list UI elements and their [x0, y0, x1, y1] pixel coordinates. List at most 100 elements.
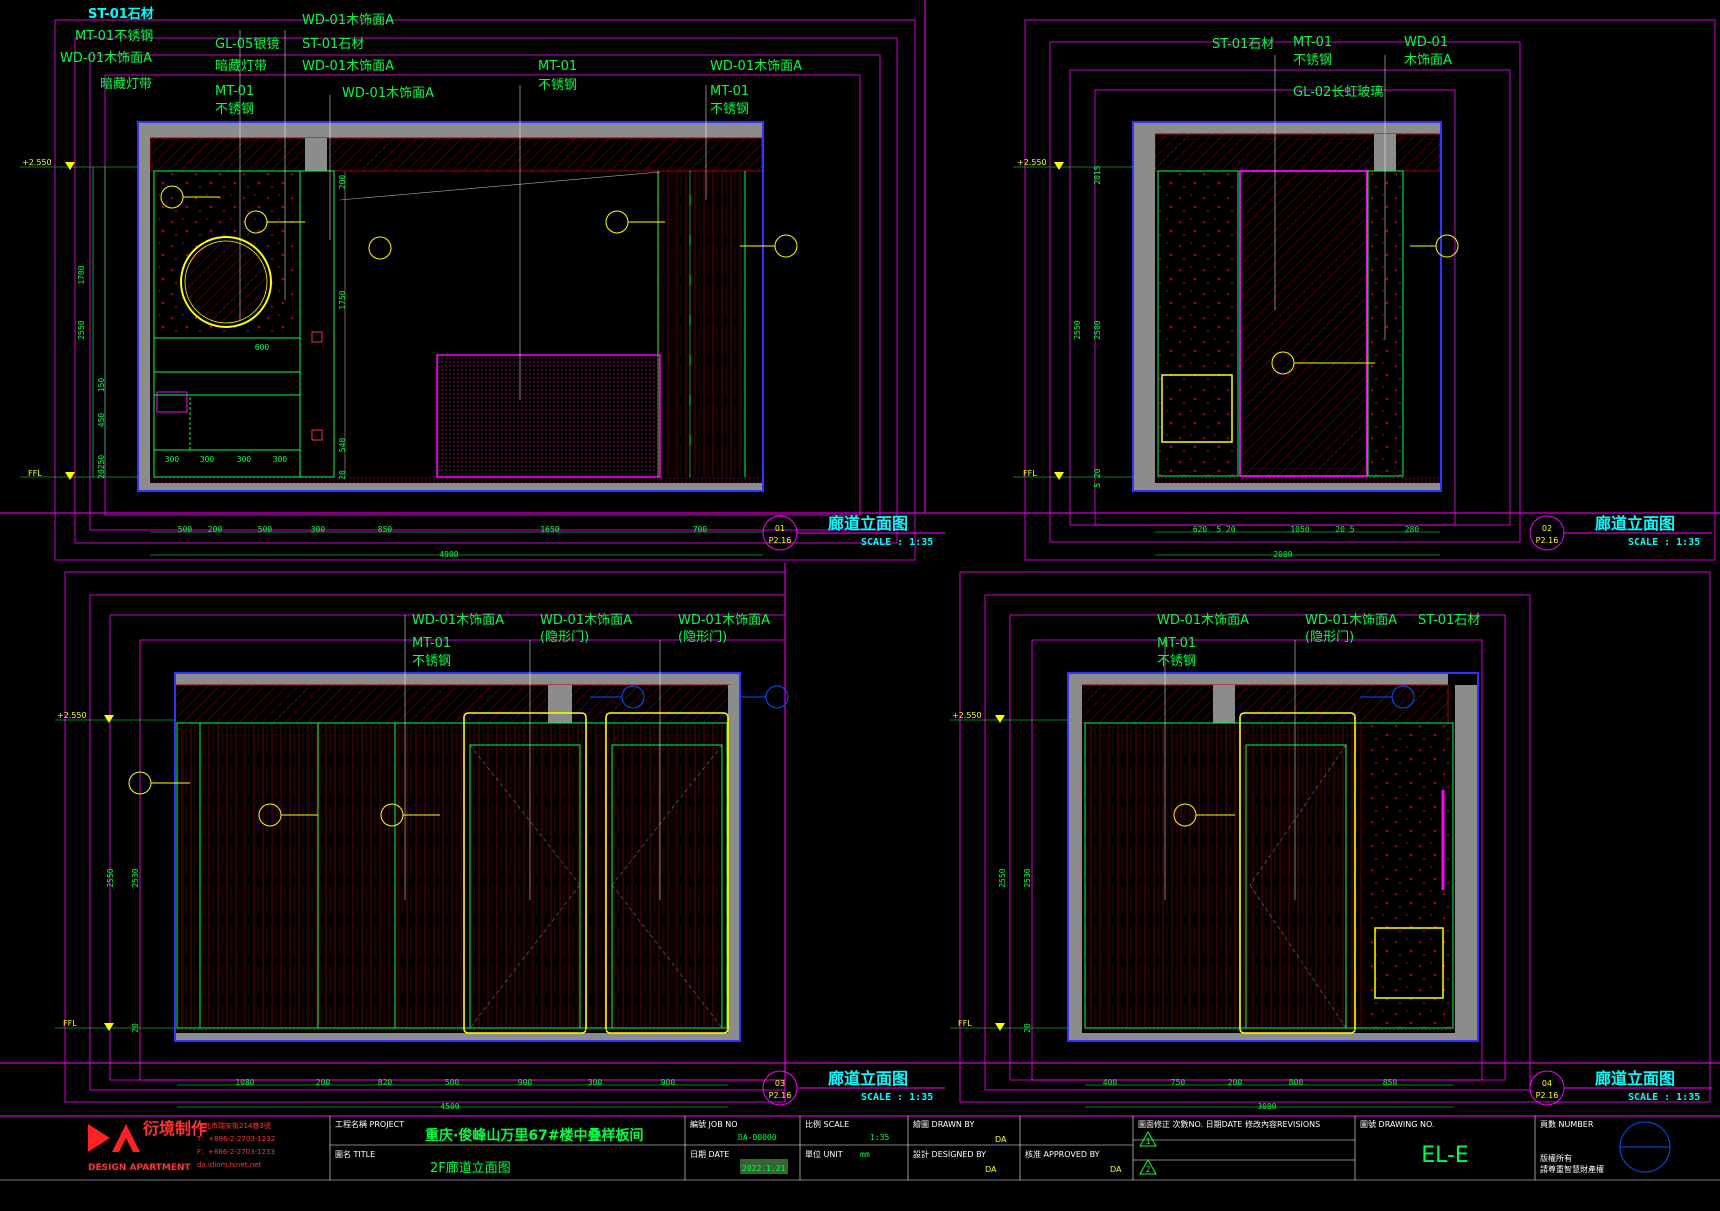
- drawn-by-label: 繪圖 DRAWN BY: [913, 1119, 974, 1129]
- dimension-text: 500: [258, 525, 273, 534]
- cabinet-dimension-text: 300: [273, 455, 288, 464]
- dimension-text: 850: [1383, 1078, 1398, 1087]
- unit-value: mm: [860, 1150, 870, 1159]
- material-label: 不锈钢: [538, 78, 577, 93]
- page-number-label: 頁數 NUMBER: [1540, 1119, 1594, 1129]
- brand-name-en: DESIGN APARTMENT: [88, 1163, 192, 1173]
- material-label: ST-01石材: [1418, 613, 1480, 628]
- total-dimension-text: 4900: [439, 550, 458, 559]
- cabinet-dimension-text: 300: [200, 455, 215, 464]
- date-label: 日期 DATE: [690, 1150, 729, 1159]
- copyright-line: 版權所有: [1540, 1153, 1572, 1163]
- vertical-dimension-text: 1700: [77, 265, 86, 284]
- scale-value: 1:35: [870, 1133, 889, 1142]
- material-label: (隐形门): [540, 630, 589, 645]
- elevation-number: 03: [775, 1079, 785, 1088]
- dimension-text: 750: [1171, 1078, 1186, 1087]
- dimension-text: 300: [311, 525, 326, 534]
- material-label: MT-01: [1157, 636, 1196, 651]
- approved-by-value: DA: [1110, 1165, 1122, 1174]
- revision-mark: 1: [1146, 1137, 1151, 1146]
- material-label: (隐形门): [678, 630, 727, 645]
- elevation-title: 廊道立面图: [1595, 514, 1675, 533]
- sheet-reference: P2.16: [769, 1091, 792, 1100]
- elevation-title: 廊道立面图: [828, 514, 908, 533]
- drawing-sheet: ST-01石材 MT-01不锈钢 WD-01木饰面A 暗藏灯带 GL-05银镜 暗藏灯带 M…: [0, 0, 1720, 1211]
- vertical-dimension-text: 2550: [998, 868, 1007, 887]
- dimension-text: 500: [178, 525, 193, 534]
- dimension-text: 1080: [235, 1078, 254, 1087]
- vertical-dimension-text: 2550: [106, 868, 115, 887]
- dimension-text: 300: [588, 1078, 603, 1087]
- dimension-text: 200: [1228, 1078, 1243, 1087]
- material-label: ST-01石材: [1212, 37, 1274, 52]
- level-top-label: +2.550: [22, 158, 52, 167]
- level-floor-label: FFL: [63, 1019, 77, 1028]
- elevation-panel-01: [20, 19, 945, 561]
- material-label: ST-01石材: [88, 6, 154, 22]
- company-info-line: 台北市瑞安街214巷3號: [197, 1121, 271, 1130]
- cad-drawing: ST-01石材MT-01不锈钢WD-01木饰面A暗藏灯带GL-05银镜暗藏灯带M…: [0, 0, 1720, 1181]
- material-label: 不锈钢: [1157, 654, 1196, 669]
- copyright-line: 請尊重智慧財產權: [1540, 1164, 1604, 1174]
- designed-by-label: 設計 DESIGNED BY: [913, 1149, 986, 1159]
- total-dimension-text: 4500: [440, 1102, 459, 1111]
- material-label: WD-01木饰面A: [540, 613, 632, 628]
- vertical-dimension-text: 2015: [1093, 165, 1102, 184]
- material-label: 暗藏灯带: [100, 77, 152, 92]
- vertical-dimension-text: 2550: [77, 320, 86, 339]
- da-logo-mark: [88, 1124, 140, 1152]
- sheet-reference: P2.16: [769, 536, 792, 545]
- vertical-dimension-text: 20: [97, 469, 106, 479]
- level-floor-label: FFL: [28, 469, 42, 478]
- company-info-line: F：+886-2-2703-1233: [197, 1148, 275, 1156]
- dimension-text: 800: [1289, 1078, 1304, 1087]
- elevation-number: 02: [1542, 524, 1552, 533]
- dimension-text: 500: [445, 1078, 460, 1087]
- elevation-scale: SCALE : 1:35: [1628, 537, 1700, 548]
- project-name: 重庆·俊峰山万里67#楼中叠样板间: [425, 1127, 644, 1144]
- dimension-text: 200: [208, 525, 223, 534]
- material-label: 不锈钢: [1293, 53, 1332, 68]
- dimension-text: 1650: [540, 525, 559, 534]
- material-label: MT-01: [710, 84, 749, 99]
- designed-by-value: DA: [985, 1165, 997, 1174]
- job-no-label: 編號 JOB NO: [690, 1119, 738, 1129]
- project-label: 工程名稱 PROJECT: [335, 1119, 404, 1129]
- revision-label: 圖面修正 次數NO. 日期DATE 修改內容REVISIONS: [1138, 1119, 1320, 1129]
- vertical-dimension-text: 5 20: [1093, 468, 1102, 487]
- drawing-no-value: EL-E: [1421, 1143, 1469, 1168]
- material-label: WD-01木饰面A: [1305, 613, 1397, 628]
- material-label: WD-01木饰面A: [302, 13, 394, 28]
- total-dimension-text: 2000: [1273, 550, 1292, 559]
- drawing-no-label: 圖號 DRAWING NO.: [1360, 1119, 1434, 1129]
- level-top-label: +2.550: [1017, 158, 1047, 167]
- material-label: 不锈钢: [710, 102, 749, 117]
- material-label: MT-01: [215, 84, 254, 99]
- job-no-value: DA-00000: [738, 1133, 777, 1142]
- approved-by-label: 核准 APPROVED BY: [1025, 1149, 1100, 1159]
- material-label: 不锈钢: [215, 102, 254, 117]
- revision-mark: 2: [1146, 1165, 1151, 1174]
- dimension-text: 900: [661, 1078, 676, 1087]
- elevation-title: 廊道立面图: [1595, 1069, 1675, 1088]
- title-label: 圖名 TITLE: [335, 1149, 375, 1159]
- material-label: ST-01石材: [302, 37, 364, 52]
- elevation-number: 01: [775, 524, 785, 533]
- page-circle-symbol: [1619, 1121, 1671, 1173]
- scale-label: 比例 SCALE: [805, 1119, 849, 1129]
- dimension-text: 5 20: [1216, 525, 1235, 534]
- material-label: 木饰面A: [1404, 53, 1452, 68]
- material-label: GL-05银镜: [215, 37, 279, 52]
- dimension-text: 1050: [1290, 525, 1309, 534]
- material-label: WD-01木饰面A: [342, 86, 434, 101]
- cabinet-dimension-text: 200: [338, 175, 347, 190]
- dimension-text: 620: [1193, 525, 1208, 534]
- material-label: MT-01: [538, 59, 577, 74]
- vertical-dimension-text: 250: [97, 455, 106, 470]
- level-floor-label: FFL: [958, 1019, 972, 1028]
- elevation-scale: SCALE : 1:35: [861, 1092, 933, 1103]
- material-label: WD-01木饰面A: [678, 613, 770, 628]
- vertical-dimension-text: 450: [97, 413, 106, 428]
- dimension-text: 400: [1103, 1078, 1118, 1087]
